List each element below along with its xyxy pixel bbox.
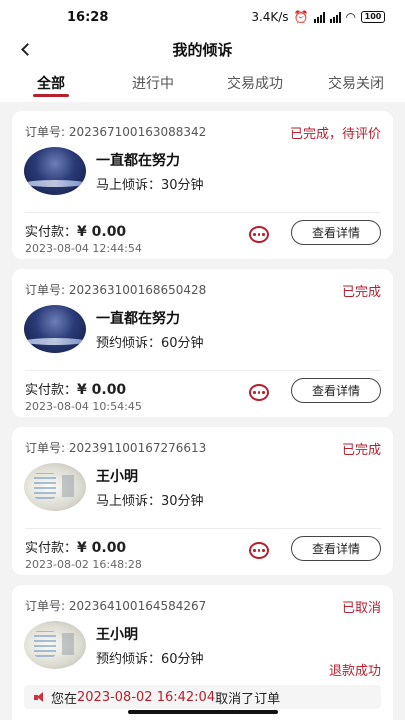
counselor-name: 王小明 <box>96 627 138 643</box>
message-icon[interactable] <box>249 542 269 559</box>
avatar <box>24 463 86 511</box>
paid-amount: ¥ 0.00 <box>77 540 127 556</box>
counselor-name: 一直都在努力 <box>96 311 180 327</box>
paid-info: 实付款：¥ 0.00 <box>25 379 126 398</box>
avatar <box>24 305 86 353</box>
paid-label: 实付款： <box>25 383 78 398</box>
paid-label: 实付款： <box>25 541 78 556</box>
speaker-icon <box>34 692 46 702</box>
avatar <box>24 621 86 669</box>
paid-info: 实付款：¥ 0.00 <box>25 221 126 240</box>
alarm-icon: ⏰ <box>293 10 309 24</box>
notice-time: 2023-08-02 16:42:04 <box>77 689 216 705</box>
divider <box>25 212 381 213</box>
order-card[interactable]: 订单号: 202391100167276613 已完成 王小明 马上倾诉：30分… <box>12 427 393 575</box>
status-indicators: 3.4K/s ⏰ ◠ 100 <box>251 10 385 24</box>
order-time: 2023-08-02 16:48:28 <box>25 558 142 571</box>
tab-all[interactable]: 全部 <box>37 73 65 93</box>
active-tab-indicator <box>33 94 69 97</box>
refund-status: 退款成功 <box>328 664 381 679</box>
tab-in-progress[interactable]: 进行中 <box>132 73 174 93</box>
order-time: 2023-08-04 10:54:45 <box>25 400 142 413</box>
counselor-name: 王小明 <box>96 469 138 485</box>
notice-prefix: 您在 <box>51 691 78 707</box>
order-card[interactable]: 订单号: 202363100168650428 已完成 一直都在努力 预约倾诉：… <box>12 269 393 417</box>
signal-icon <box>313 11 325 23</box>
notice-suffix: 取消了订单 <box>215 691 281 707</box>
page-title: 我的倾诉 <box>172 41 233 59</box>
divider <box>25 370 381 371</box>
message-icon[interactable] <box>249 226 269 243</box>
service-type: 马上倾诉：30分钟 <box>96 494 204 509</box>
service-type: 马上倾诉：30分钟 <box>96 178 204 193</box>
view-details-button[interactable]: 查看详情 <box>291 220 381 245</box>
service-type: 预约倾诉：60分钟 <box>96 652 204 667</box>
tab-trade-closed[interactable]: 交易关闭 <box>328 73 384 93</box>
message-icon[interactable] <box>249 384 269 401</box>
network-speed: 3.4K/s <box>251 10 289 24</box>
service-type: 预约倾诉：60分钟 <box>96 336 204 351</box>
wifi-icon: ◠ <box>345 10 356 24</box>
order-status: 已完成，待评价 <box>289 127 381 142</box>
signal-icon-2 <box>329 11 341 23</box>
order-time: 2023-08-04 12:44:54 <box>25 242 142 255</box>
paid-amount: ¥ 0.00 <box>77 224 127 240</box>
order-number: 订单号: 202391100167276613 <box>25 441 207 455</box>
order-number: 订单号: 202364100164584267 <box>25 599 207 613</box>
cancel-notice: 您在 2023-08-02 16:42:04 取消了订单 <box>24 685 381 709</box>
view-details-button[interactable]: 查看详情 <box>291 378 381 403</box>
avatar <box>24 147 86 195</box>
order-card[interactable]: 订单号: 202364100164584267 已取消 王小明 预约倾诉：60分… <box>12 585 393 720</box>
paid-info: 实付款：¥ 0.00 <box>25 537 126 556</box>
counselor-name: 一直都在努力 <box>96 153 180 169</box>
status-bar: 16:28 3.4K/s ⏰ ◠ 100 <box>0 0 405 34</box>
order-card[interactable]: 订单号: 202367100163088342 已完成，待评价 一直都在努力 马… <box>12 111 393 259</box>
divider <box>25 528 381 529</box>
home-indicator <box>128 710 278 714</box>
order-number: 订单号: 202367100163088342 <box>25 125 207 139</box>
status-time: 16:28 <box>67 10 109 25</box>
paid-label: 实付款： <box>25 225 78 240</box>
tab-trade-success[interactable]: 交易成功 <box>227 73 283 93</box>
view-details-button[interactable]: 查看详情 <box>291 536 381 561</box>
order-status: 已完成 <box>341 285 381 300</box>
paid-amount: ¥ 0.00 <box>77 382 127 398</box>
battery-icon: 100 <box>361 11 385 23</box>
order-status: 已完成 <box>341 443 381 458</box>
order-number: 订单号: 202363100168650428 <box>25 283 207 297</box>
navigation-bar: 我的倾诉 <box>0 34 405 64</box>
order-status: 已取消 <box>341 601 381 616</box>
